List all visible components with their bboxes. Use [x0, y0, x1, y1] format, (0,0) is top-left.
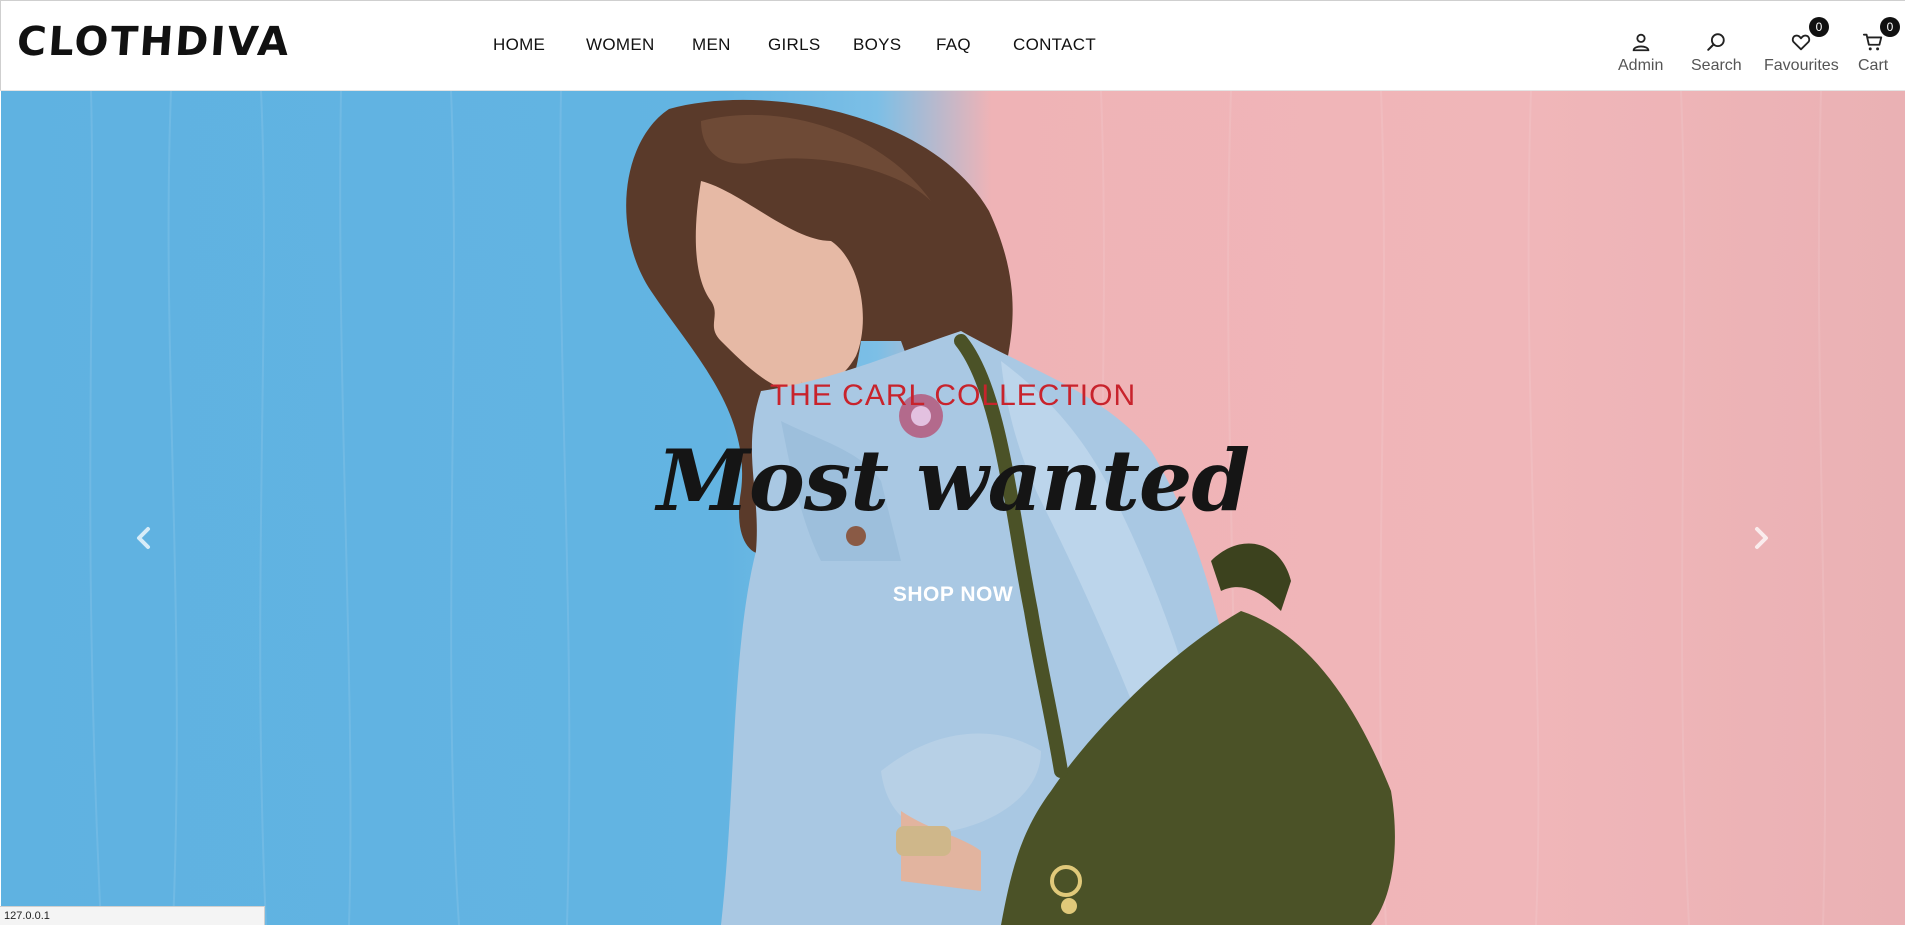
cart-button[interactable]: 0 Cart — [1858, 17, 1900, 75]
browser-status-url: 127.0.0.1 — [0, 906, 265, 925]
hero-carousel: THE CARL COLLECTION Most wanted SHOP NOW — [1, 91, 1905, 925]
nav-item-boys[interactable]: BOYS — [853, 35, 901, 55]
nav-item-contact[interactable]: CONTACT — [1013, 35, 1096, 55]
shop-now-link: SHOP NOW — [1, 577, 1905, 613]
search-icon — [1707, 33, 1726, 51]
heart-icon — [1792, 34, 1811, 51]
nav-item-men[interactable]: MEN — [692, 35, 731, 55]
favourites-count-badge: 0 — [1809, 17, 1829, 37]
chevron-right-icon[interactable] — [1746, 523, 1776, 553]
site-header: CLOTHDIVA HOME WOMEN MEN GIRLS BOYS FAQ … — [0, 0, 1905, 91]
nav-item-girls[interactable]: GIRLS — [768, 35, 821, 55]
hero-headline: Most wanted — [656, 431, 1250, 530]
favourites-label: Favourites — [1764, 57, 1839, 74]
shop-now-button[interactable]: SHOP NOW — [883, 577, 1023, 613]
nav-item-home[interactable]: HOME — [493, 35, 545, 55]
admin-button[interactable]: Admin — [1618, 31, 1663, 75]
chevron-left-icon[interactable] — [129, 523, 159, 553]
cart-label: Cart — [1858, 57, 1889, 74]
admin-label: Admin — [1618, 57, 1664, 74]
search-label: Search — [1691, 57, 1742, 74]
favourites-button[interactable]: 0 Favourites — [1764, 17, 1839, 75]
user-icon — [1632, 33, 1649, 52]
nav-item-faq[interactable]: FAQ — [936, 35, 971, 55]
cart-icon — [1863, 33, 1883, 51]
search-button[interactable]: Search — [1691, 31, 1742, 75]
nav-item-women[interactable]: WOMEN — [586, 35, 655, 55]
collection-subtitle: THE CARL COLLECTION — [769, 379, 1137, 412]
cart-count-badge: 0 — [1880, 17, 1900, 37]
